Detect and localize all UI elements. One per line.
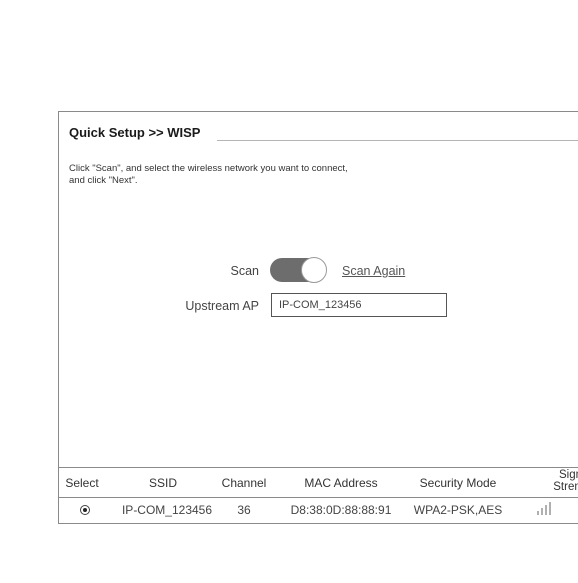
upstream-ap-label: Upstream AP (185, 299, 259, 313)
toggle-knob (301, 257, 327, 283)
signal-header-line-2: Strength (553, 481, 578, 493)
instructions-line-1: Click "Scan", and select the wireless ne… (69, 163, 348, 174)
instructions-text: Click "Scan", and select the wireless ne… (69, 163, 449, 187)
title-row: Quick Setup >> WISP (69, 125, 578, 145)
title-divider (217, 140, 578, 141)
select-radio[interactable] (80, 505, 90, 515)
table-header: Select SSID Channel MAC Address Security… (59, 467, 578, 498)
scan-again-link[interactable]: Scan Again (342, 264, 405, 278)
column-header-select: Select (65, 476, 99, 490)
row-mac: D8:38:0D:88:88:91 (290, 503, 392, 517)
row-security: WPA2-PSK,AES (413, 503, 503, 517)
page-title: Quick Setup >> WISP (69, 125, 201, 140)
table-row[interactable]: IP-COM_123456 36 D8:38:0D:88:88:91 WPA2-… (59, 499, 578, 521)
signal-header-line-1: Signal (559, 469, 578, 481)
scan-toggle[interactable] (270, 257, 327, 283)
column-header-security: Security Mode (419, 476, 497, 490)
signal-strength-icon (537, 502, 551, 515)
instructions-line-2: and click "Next". (69, 175, 138, 186)
row-ssid: IP-COM_123456 (121, 503, 213, 517)
scan-label: Scan (230, 264, 260, 278)
row-channel: 36 (237, 503, 251, 517)
upstream-ap-field[interactable]: IP-COM_123456 (271, 293, 447, 317)
column-header-channel: Channel (221, 476, 267, 490)
column-header-mac: MAC Address (304, 476, 378, 490)
column-header-signal: Signal Strength (545, 469, 578, 493)
wisp-setup-panel: Quick Setup >> WISP Click "Scan", and se… (58, 111, 578, 524)
column-header-ssid: SSID (148, 476, 178, 490)
